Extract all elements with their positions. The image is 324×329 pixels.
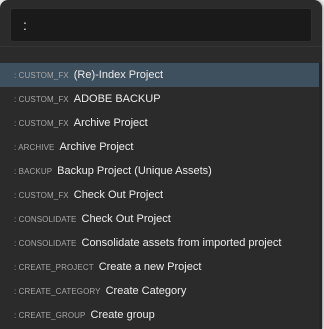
command-query: : [23,17,27,33]
command-item-adobe-backup[interactable]: : CUSTOM_FX ADOBE BACKUP [0,87,322,111]
command-label: Backup Project (Unique Assets) [57,165,212,177]
command-item-backup-project[interactable]: : BACKUP Backup Project (Unique Assets) [0,159,322,183]
command-item-create-project[interactable]: : CREATE_PROJECT Create a new Project [0,255,322,279]
command-category: : CUSTOM_FX [14,94,69,104]
command-list: : CUSTOM_FX (Re)-Index Project : CUSTOM_… [0,63,322,329]
command-label: Create a new Project [98,261,202,273]
command-label: Consolidate assets from imported project [81,237,282,249]
command-item-check-out-project-consolidate[interactable]: : CONSOLIDATE Check Out Project [0,207,322,231]
command-category: : CREATE_PROJECT [14,262,94,272]
command-item-check-out-project-custom[interactable]: : CUSTOM_FX Check Out Project [0,183,322,207]
command-label: (Re)-Index Project [73,69,164,81]
command-label: Check Out Project [73,189,164,201]
command-item-reindex-project[interactable]: : CUSTOM_FX (Re)-Index Project [0,63,322,87]
command-category: : CUSTOM_FX [14,70,69,80]
divider [0,46,322,47]
text-caret [33,18,34,33]
command-category: : CUSTOM_FX [14,190,69,200]
command-item-create-group[interactable]: : CREATE_GROUP Create group [0,303,322,327]
command-category: : CUSTOM_FX [14,118,69,128]
command-label: Check Out Project [81,213,171,225]
scrollbar[interactable] [319,63,322,329]
command-label: ADOBE BACKUP [73,93,161,105]
command-item-create-category[interactable]: : CREATE_CATEGORY Create Category [0,279,322,303]
command-item-archive-project[interactable]: : ARCHIVE Archive Project [0,135,322,159]
command-label: Archive Project [73,117,148,129]
command-label: Archive Project [59,141,134,153]
command-category: : BACKUP [14,166,53,176]
command-label: Create Category [105,285,187,297]
command-input[interactable]: : [10,8,312,42]
command-category: : CREATE_GROUP [14,310,86,320]
command-category: : ARCHIVE [14,142,55,152]
command-label: Create group [90,309,155,321]
command-category: : CONSOLIDATE [14,214,77,224]
command-category: : CREATE_CATEGORY [14,286,101,296]
command-item-archive-project-custom[interactable]: : CUSTOM_FX Archive Project [0,111,322,135]
command-category: : CONSOLIDATE [14,238,77,248]
command-palette: : : CUSTOM_FX (Re)-Index Project : CUSTO… [0,0,322,329]
command-item-consolidate-assets[interactable]: : CONSOLIDATE Consolidate assets from im… [0,231,322,255]
